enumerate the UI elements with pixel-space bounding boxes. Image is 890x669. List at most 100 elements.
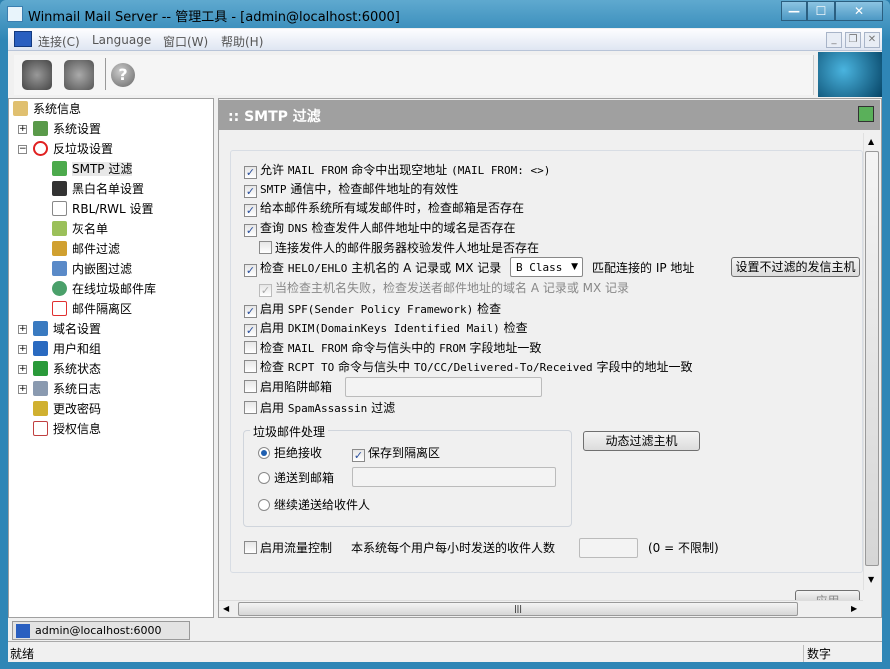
- expander[interactable]: +: [18, 125, 27, 134]
- tree-item-rbl[interactable]: RBL/RWL 设置: [52, 200, 154, 218]
- license-icon: [33, 421, 48, 436]
- settings-icon: [33, 121, 48, 136]
- log-icon: [33, 381, 48, 396]
- tree-item-blackwhite-list[interactable]: 黑白名单设置: [52, 180, 144, 198]
- disconnect-icon[interactable]: [64, 60, 94, 90]
- expander[interactable]: +: [18, 345, 27, 354]
- trap-mailbox-input[interactable]: [345, 377, 542, 397]
- info-book-icon: [13, 101, 28, 116]
- allow-empty-from-checkbox[interactable]: ✓ 允许 MAIL FROM 命令中出现空地址 (MAIL FROM: <>): [244, 163, 550, 179]
- greylist-icon: [52, 221, 67, 236]
- option-text: 检查: [499, 321, 528, 335]
- numlock-indicator: 数字: [803, 645, 831, 662]
- fallback-sender-domain-checkbox[interactable]: ✓ 当检查主机名失败，检查发送者邮件地址的域名 A 记录或 MX 记录: [259, 281, 629, 297]
- menu-connect[interactable]: 连接(C): [38, 33, 80, 50]
- option-text: 字段地址一致: [465, 341, 542, 355]
- scroll-right-icon[interactable]: ▶: [851, 604, 857, 613]
- scroll-up-icon[interactable]: ▲: [868, 137, 874, 146]
- tree-item-system-settings[interactable]: 系统设置: [33, 120, 101, 138]
- option-text: 命令与信头中: [334, 360, 414, 374]
- tree-item-mail-filter[interactable]: 邮件过滤: [52, 240, 120, 258]
- tree-item-license[interactable]: 授权信息: [33, 420, 101, 438]
- help-icon[interactable]: ?: [111, 63, 135, 87]
- vertical-scrollbar[interactable]: ▲ ▼: [863, 133, 880, 590]
- tree-item-quarantine[interactable]: 邮件隔离区: [52, 300, 132, 318]
- winmail-logo: [818, 52, 882, 97]
- option-text: 检查: [260, 360, 288, 374]
- status-icon: [33, 361, 48, 376]
- menu-language[interactable]: Language: [92, 33, 151, 47]
- menu-bar: 连接(C) Language 窗口(W) 帮助(H) _ ❐ ✕: [8, 29, 882, 51]
- expander[interactable]: +: [18, 385, 27, 394]
- deliver-mailbox-input[interactable]: [352, 467, 556, 487]
- dynamic-filter-hosts-button[interactable]: 动态过滤主机: [583, 431, 700, 451]
- rcpt-header-match-checkbox[interactable]: 检查 RCPT TO 命令与信头中 TO/CC/Delivered-To/Rec…: [244, 360, 692, 375]
- mdi-close-button[interactable]: ✕: [864, 32, 880, 48]
- checkbox-box: ✓: [244, 185, 257, 198]
- flow-hint: (0 = 不限制): [648, 541, 719, 555]
- option-text: 给本邮件系统所有域发邮件时，检查邮箱是否存在: [260, 201, 525, 215]
- connect-icon[interactable]: [22, 60, 52, 90]
- mdi-restore-button[interactable]: ❐: [845, 32, 861, 48]
- apply-button[interactable]: 应用: [795, 590, 860, 600]
- tree-item-online-spam-db[interactable]: 在线垃圾邮件库: [52, 280, 156, 298]
- panel-header: :: SMTP 过滤: [218, 100, 880, 130]
- option-text: 启用: [260, 302, 288, 316]
- tree-item-domain[interactable]: 域名设置: [33, 320, 101, 338]
- close-button[interactable]: ✕: [835, 1, 883, 21]
- option-text: MAIL FROM: [287, 164, 348, 177]
- mailfrom-header-match-checkbox[interactable]: 检查 MAIL FROM 命令与信头中的 FROM 字段地址一致: [244, 341, 541, 356]
- expander[interactable]: +: [18, 365, 27, 374]
- tree-item-log[interactable]: 系统日志: [33, 380, 101, 398]
- tree-item-image-filter[interactable]: 内嵌图过滤: [52, 260, 132, 278]
- dns-check-domain-checkbox[interactable]: ✓ 查询 DNS 检查发件人邮件地址中的域名是否存在: [244, 221, 516, 237]
- checkbox-box: ✓: [244, 264, 257, 277]
- option-text: TO/CC/Delivered-To/Received: [413, 361, 593, 374]
- helo-check-checkbox[interactable]: ✓ 检查 HELO/EHLO 主机名的 A 记录或 MX 记录: [244, 261, 501, 277]
- deliver-mailbox-radio[interactable]: 递送到邮箱: [258, 471, 334, 485]
- menu-help[interactable]: 帮助(H): [221, 33, 263, 50]
- mdi-minimize-button[interactable]: _: [826, 32, 842, 48]
- spf-check-checkbox[interactable]: ✓ 启用 SPF(Sender Policy Framework) 检查: [244, 302, 501, 318]
- checkbox-box: ✓: [244, 305, 257, 318]
- tree-item-change-password[interactable]: 更改密码: [33, 400, 101, 418]
- horizontal-scroll-thumb[interactable]: |||: [238, 602, 798, 616]
- expander[interactable]: +: [18, 325, 27, 334]
- flow-limit-input[interactable]: [579, 538, 638, 558]
- verify-sender-server-checkbox[interactable]: 连接发件人的邮件服务器校验发件人地址是否存在: [259, 241, 539, 255]
- save-quarantine-checkbox[interactable]: ✓ 保存到隔离区: [352, 446, 440, 462]
- flow-control-checkbox[interactable]: 启用流量控制: [244, 541, 332, 555]
- smtp-validate-address-checkbox[interactable]: ✓ SMTP 通信中，检查邮件地址的有效性: [244, 182, 458, 198]
- expander[interactable]: −: [18, 145, 27, 154]
- tab-admin-localhost[interactable]: admin@localhost:6000: [12, 621, 190, 640]
- tree-item-status[interactable]: 系统状态: [33, 360, 101, 378]
- status-bar: 就绪 数字: [8, 643, 882, 662]
- flow-desc: 本系统每个用户每小时发送的收件人数: [351, 541, 556, 555]
- trap-mailbox-checkbox[interactable]: 启用陷阱邮箱: [244, 380, 332, 394]
- horizontal-scrollbar[interactable]: ◀ ||| ▶: [219, 600, 863, 617]
- quarantine-icon: [52, 301, 67, 316]
- check-local-mailbox-checkbox[interactable]: ✓ 给本邮件系统所有域发邮件时，检查邮箱是否存在: [244, 201, 524, 217]
- users-icon: [33, 341, 48, 356]
- menu-window[interactable]: 窗口(W): [163, 33, 208, 50]
- tree-item-smtp-filter[interactable]: SMTP 过滤: [52, 160, 133, 178]
- helo-class-select[interactable]: B Class ▼: [510, 257, 583, 277]
- vertical-scroll-thumb[interactable]: [865, 151, 879, 566]
- tree-item-greylist[interactable]: 灰名单: [52, 220, 108, 238]
- scroll-down-icon[interactable]: ▼: [868, 575, 874, 584]
- tree-item-antispam[interactable]: 反垃圾设置: [33, 140, 113, 158]
- tree-item-system-info[interactable]: 系统信息: [13, 100, 81, 118]
- computer-icon: [14, 31, 32, 47]
- option-text: DKIM(DomainKeys Identified Mail): [287, 322, 500, 335]
- checkbox-box: ✓: [244, 204, 257, 217]
- maximize-button[interactable]: ☐: [807, 1, 835, 21]
- minimize-button[interactable]: —: [781, 1, 807, 21]
- scroll-left-icon[interactable]: ◀: [223, 604, 229, 613]
- tree-item-users[interactable]: 用户和组: [33, 340, 101, 358]
- exclude-hosts-button[interactable]: 设置不过滤的发信主机: [731, 257, 860, 277]
- continue-deliver-radio[interactable]: 继续递送给收件人: [258, 498, 370, 512]
- dkim-check-checkbox[interactable]: ✓ 启用 DKIM(DomainKeys Identified Mail) 检查: [244, 321, 528, 337]
- toolbar: ?: [8, 52, 882, 98]
- reject-radio[interactable]: 拒绝接收: [258, 446, 322, 460]
- spamassassin-checkbox[interactable]: 启用 SpamAssassin 过滤: [244, 401, 395, 416]
